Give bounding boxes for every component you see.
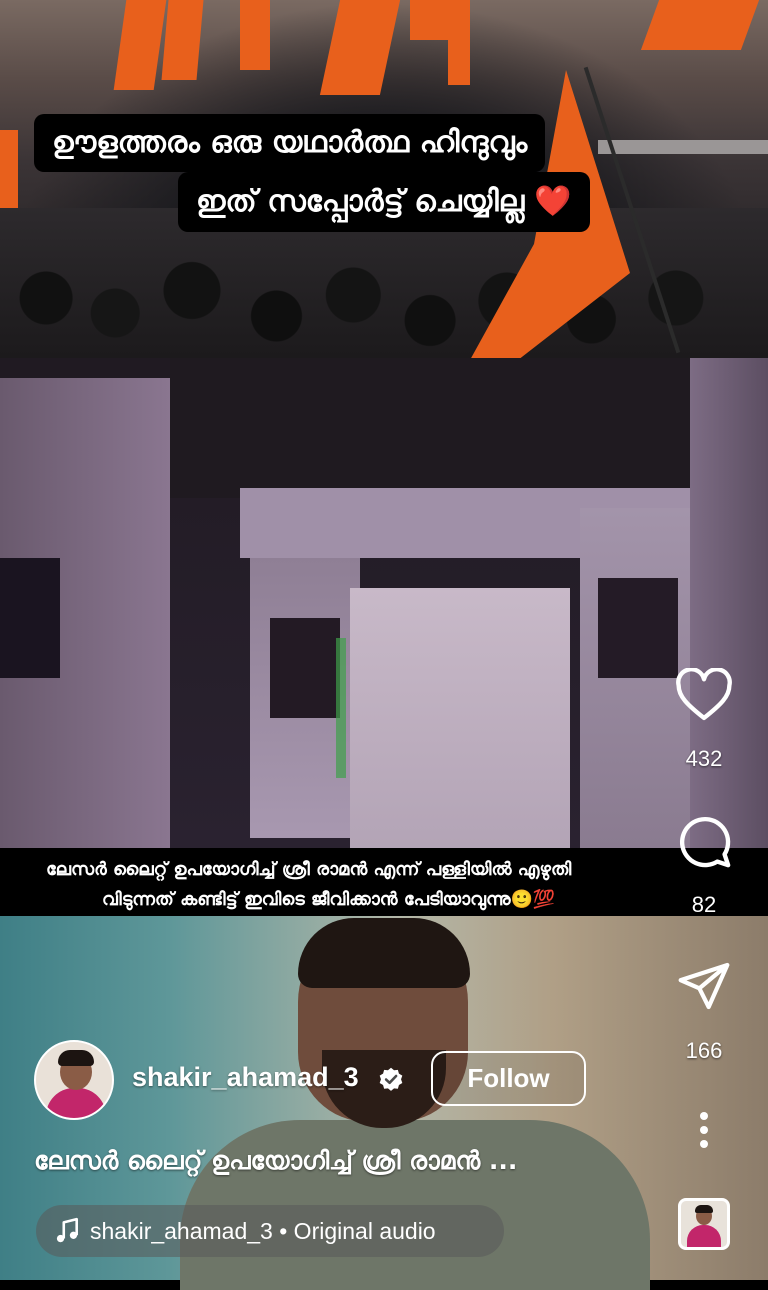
wall-block	[350, 588, 570, 848]
audio-label: shakir_ahamad_3 • Original audio	[90, 1218, 436, 1244]
caption-line-1-text: ഊളത്തരം ഒരു യഥാർത്ഥ ഹിന്ദുവും	[52, 125, 528, 160]
video-panel-building	[0, 358, 768, 848]
thumb-hair	[695, 1205, 713, 1213]
username-link[interactable]: shakir_ahamad_3	[132, 1062, 359, 1093]
comment-count: 82	[691, 892, 717, 917]
flag-decoration	[448, 0, 470, 85]
heart-emoji: ❤️	[534, 184, 572, 219]
more-vertical-icon	[700, 1112, 708, 1148]
subtitle-line-1: ലേസർ ലൈറ്റ് ഉപയോഗിച്ച് ശ്രീ രാമൻ എന്ന് പ…	[46, 859, 572, 880]
audio-thumbnail[interactable]	[678, 1198, 730, 1250]
comment-button[interactable]	[668, 812, 740, 870]
wall-block	[170, 358, 690, 498]
flag-decoration	[161, 0, 204, 80]
audio-track-pill[interactable]: shakir_ahamad_3 • Original audio	[36, 1205, 504, 1257]
person-hair	[298, 918, 470, 988]
like-button[interactable]	[668, 668, 740, 722]
glow-strip	[336, 638, 346, 778]
flag-decoration	[113, 0, 167, 90]
avatar-body	[46, 1088, 106, 1118]
caption-line-1: ഊളത്തരം ഒരു യഥാർത്ഥ ഹിന്ദുവും	[34, 114, 546, 172]
send-icon	[678, 962, 730, 1010]
more-options-button[interactable]	[668, 1110, 740, 1150]
flag-decoration	[640, 0, 760, 50]
share-count: 166	[685, 1038, 723, 1063]
wall-block	[690, 358, 768, 848]
railing	[598, 140, 768, 154]
caption-line-2: ഇത് സപ്പോർട്ട് ചെയ്യില്ല ❤️	[178, 172, 590, 232]
thumb-body	[687, 1225, 721, 1247]
wall-block	[270, 618, 340, 718]
music-note-icon	[56, 1217, 78, 1243]
avatar[interactable]	[34, 1040, 114, 1120]
follow-button[interactable]: Follow	[431, 1051, 586, 1106]
wall-block	[598, 578, 678, 678]
heart-icon	[676, 668, 732, 721]
like-count: 432	[685, 746, 723, 771]
post-description[interactable]: ലേസർ ലൈറ്റ് ഉപയോഗിച്ച് ശ്രീ രാമൻ ...	[34, 1146, 517, 1176]
flag-decoration	[0, 130, 18, 210]
comment-icon	[680, 817, 731, 868]
wall-block	[0, 558, 60, 678]
avatar-hair	[58, 1050, 94, 1066]
flag-decoration	[240, 0, 270, 70]
flag-decoration	[319, 0, 401, 95]
share-button[interactable]	[668, 958, 740, 1014]
verified-badge-icon	[379, 1067, 403, 1091]
caption-line-2-text: ഇത് സപ്പോർട്ട് ചെയ്യില്ല	[196, 184, 525, 219]
